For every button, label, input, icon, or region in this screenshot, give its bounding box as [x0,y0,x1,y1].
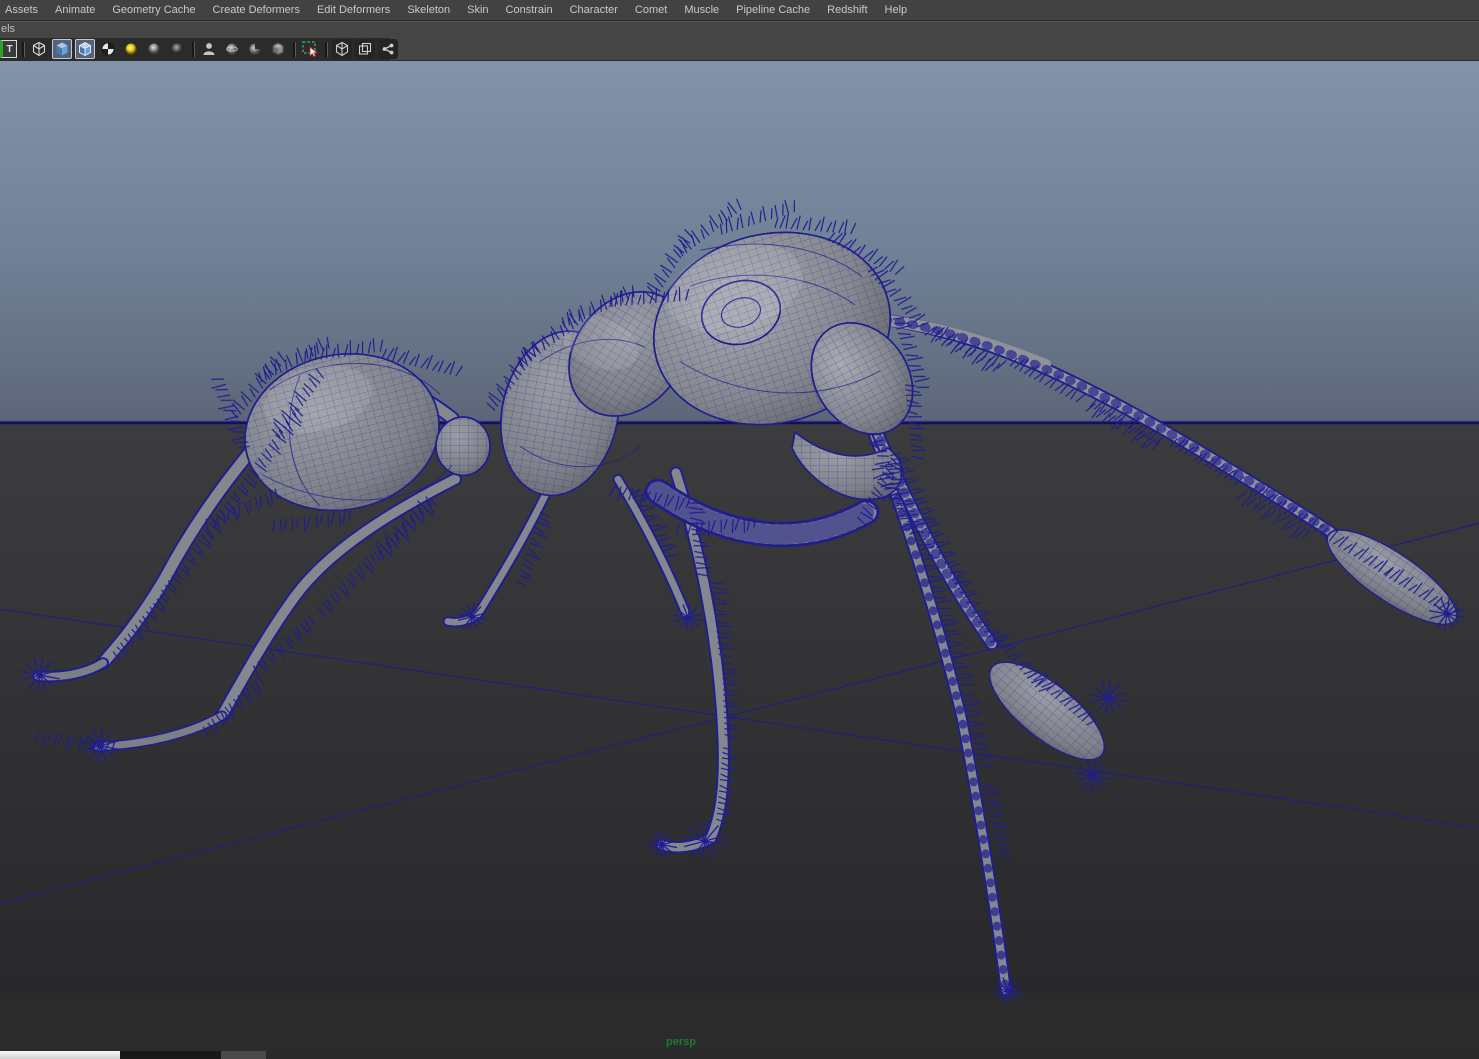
range-slider-track [266,1051,1479,1059]
xray-active-components-icon[interactable] [245,39,265,59]
range-slider-thumb[interactable] [0,1051,120,1059]
range-slider-segment[interactable] [221,1051,266,1059]
menu-bar: Assets Animate Geometry Cache Create Def… [0,0,1479,21]
xray-person-icon[interactable] [199,39,219,59]
toolbar-separator [293,41,295,57]
camera-name-label: persp [666,1036,696,1048]
xray-joints-sphere-icon[interactable] [222,39,242,59]
textured-checker-sphere-icon[interactable] [98,39,118,59]
toolbar-separator [325,41,327,57]
use-all-lights-icon[interactable] [121,39,141,59]
wireframe-on-shaded-icon[interactable] [75,39,95,59]
toolbar-separator [192,41,194,57]
time-slider-strip [0,1051,1479,1059]
scene-cube-icon[interactable] [332,39,352,59]
panel-toolbar-area: els T [0,21,1479,60]
menu-geometry-cache[interactable]: Geometry Cache [111,0,196,21]
viewport-3d[interactable]: persp [0,61,1479,1051]
node-graph-icon[interactable] [378,39,398,59]
motion-blur-cube-icon[interactable] [268,39,288,59]
menu-muscle[interactable]: Muscle [683,0,720,21]
shadows-sphere-icon[interactable] [144,39,164,59]
menu-skin[interactable]: Skin [466,0,489,21]
menu-edit-deformers[interactable]: Edit Deformers [316,0,391,21]
viewport-toolbar: T [0,38,398,60]
multi-pane-icon[interactable] [355,39,375,59]
maya-window: Assets Animate Geometry Cache Create Def… [0,0,1479,1059]
menu-comet[interactable]: Comet [634,0,668,21]
wireframe-cube-icon[interactable] [29,39,49,59]
menu-pipeline-cache[interactable]: Pipeline Cache [735,0,811,21]
menu-skeleton[interactable]: Skeleton [406,0,451,21]
menu-constrain[interactable]: Constrain [505,0,554,21]
partial-letter-t-icon[interactable]: T [0,40,17,58]
menu-assets[interactable]: Assets [4,0,39,21]
menu-character[interactable]: Character [569,0,619,21]
menu-help[interactable]: Help [884,0,909,21]
toolbar-separator [22,41,24,57]
menu-create-deformers[interactable]: Create Deformers [212,0,301,21]
panels-menu-truncated[interactable]: els [1,23,15,37]
viewport-canvas[interactable] [0,61,1479,1051]
menu-redshift[interactable]: Redshift [826,0,868,21]
ambient-occlusion-sphere-icon[interactable] [167,39,187,59]
menu-animate[interactable]: Animate [54,0,96,21]
smooth-shaded-cube-icon[interactable] [52,39,72,59]
isolate-select-icon[interactable] [300,39,320,59]
